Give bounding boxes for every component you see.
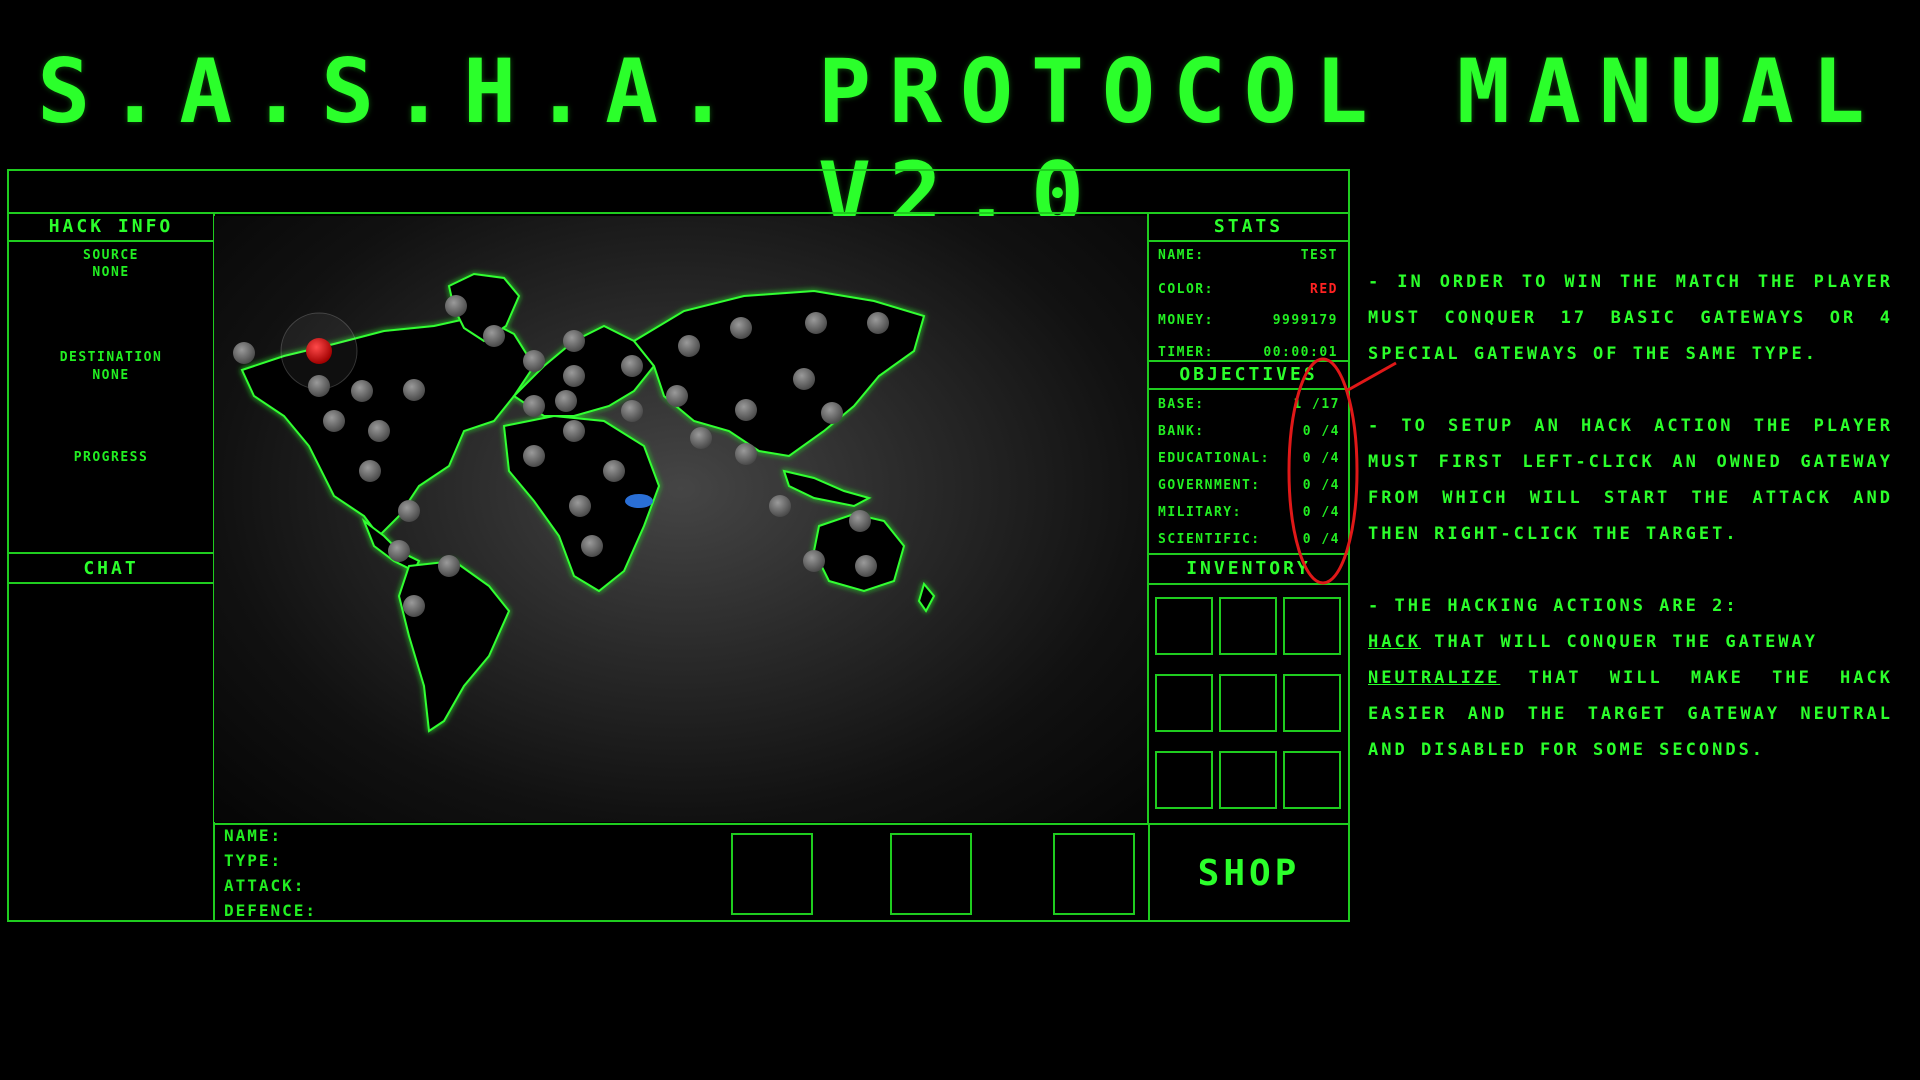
selection-defence-label: DEFENCE: (224, 901, 318, 920)
stat-color-row: COLOR: RED (1158, 282, 1338, 297)
stat-color-label: COLOR: (1158, 282, 1214, 297)
hack-description: THAT WILL CONQUER THE GATEWAY (1434, 632, 1819, 652)
inventory-slot[interactable] (1219, 674, 1277, 732)
progress-label: PROGRESS (73, 450, 149, 465)
neutralize-keyword: NEUTRALIZE (1368, 668, 1501, 688)
stats-header: STATS (1213, 216, 1284, 237)
chat-panel[interactable] (7, 552, 215, 922)
stat-name-label: NAME: (1158, 248, 1205, 263)
selection-attack-label: ATTACK: (224, 876, 306, 895)
destination-value: NONE (92, 368, 130, 383)
selection-slot[interactable] (1053, 833, 1135, 915)
southeast-asia-islands (782, 469, 872, 508)
stat-color-value: RED (1310, 282, 1338, 297)
inventory-slot[interactable] (1155, 674, 1213, 732)
objective-label: BASE: (1158, 397, 1205, 412)
instruction-win: - IN ORDER TO WIN THE MATCH THE PLAYER M… (1368, 272, 1893, 364)
stat-name-value: TEST (1300, 248, 1338, 263)
new-zealand-landmass (917, 581, 936, 613)
stat-money-row: MONEY: 9999179 (1158, 313, 1338, 328)
objective-label: EDUCATIONAL: (1158, 451, 1270, 466)
source-value: NONE (92, 265, 130, 280)
selection-name-label: NAME: (224, 826, 283, 845)
objective-label: GOVERNMENT: (1158, 478, 1261, 493)
selection-panel (213, 823, 1150, 922)
inventory-slot[interactable] (1219, 751, 1277, 809)
stat-money-label: MONEY: (1158, 313, 1214, 328)
destination-label: DESTINATION (59, 350, 163, 365)
hack-keyword: HACK (1368, 632, 1421, 652)
world-map-svg (233, 272, 936, 733)
hack-info-header: HACK INFO (48, 216, 174, 237)
police-cap-icon (625, 494, 653, 508)
source-label: SOURCE (83, 248, 139, 263)
inventory-slot[interactable] (1283, 751, 1341, 809)
chat-header: CHAT (83, 558, 139, 579)
selection-slot[interactable] (890, 833, 972, 915)
objective-label: MILITARY: (1158, 505, 1242, 520)
south-america-landmass (397, 559, 511, 733)
top-bar (7, 169, 1350, 214)
player-red-gateway (306, 338, 332, 364)
objective-label: BANK: (1158, 424, 1205, 439)
stat-name-row: NAME: TEST (1158, 248, 1338, 263)
inventory-slot[interactable] (1283, 597, 1341, 655)
shop-button[interactable]: SHOP (1148, 823, 1350, 922)
objective-label: SCIENTIFIC: (1158, 532, 1261, 547)
inventory-slot[interactable] (1219, 597, 1277, 655)
stat-timer-label: TIMER: (1158, 345, 1214, 360)
inventory-slot[interactable] (1155, 751, 1213, 809)
instruction-neutralize: NEUTRALIZE THAT WILL MAKE THE HACK EASIE… (1368, 660, 1893, 768)
world-map[interactable] (214, 216, 1148, 822)
instruction-hack: HACK THAT WILL CONQUER THE GATEWAY (1368, 624, 1893, 660)
shop-label: SHOP (1197, 853, 1301, 894)
hack-info-panel (7, 212, 215, 554)
instruction-setup: - TO SETUP AN HACK ACTION THE PLAYER MUS… (1368, 416, 1893, 544)
instruction-actions: - THE HACKING ACTIONS ARE 2: (1368, 596, 1739, 616)
selection-slot[interactable] (731, 833, 813, 915)
selection-type-label: TYPE: (224, 851, 283, 870)
inventory-slot[interactable] (1283, 674, 1341, 732)
inventory-slot[interactable] (1155, 597, 1213, 655)
stat-money-value: 9999179 (1272, 313, 1338, 328)
